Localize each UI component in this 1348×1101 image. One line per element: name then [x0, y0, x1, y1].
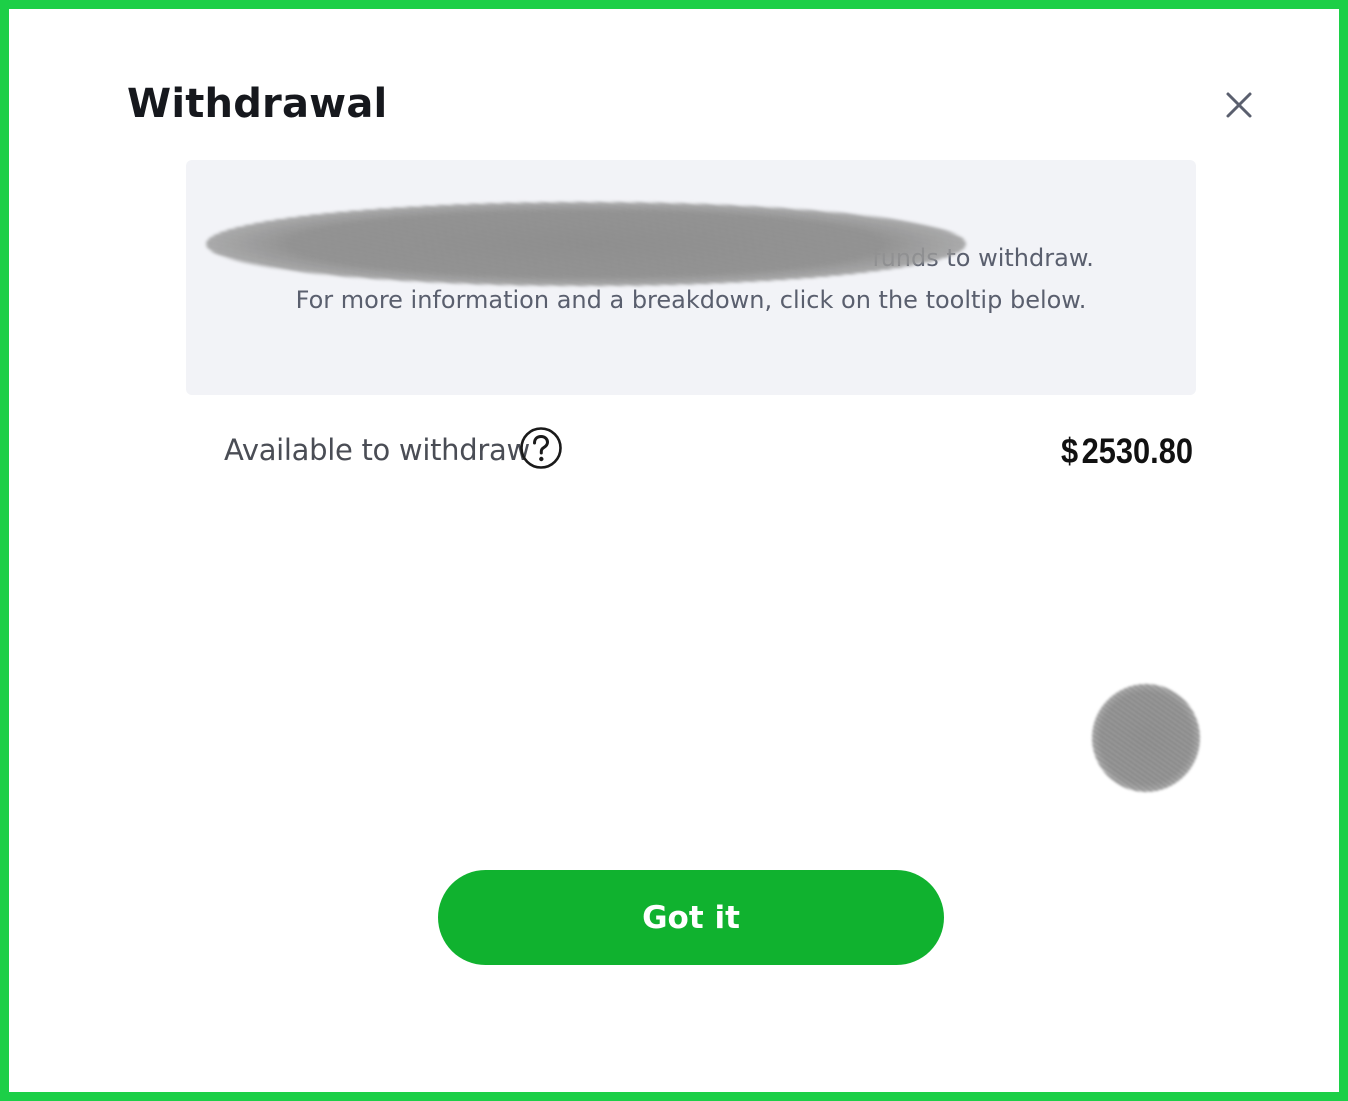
- got-it-button[interactable]: Got it: [438, 870, 944, 965]
- close-icon: [1226, 92, 1252, 118]
- redacted-avatar: [1092, 684, 1200, 792]
- info-text-line-2: For more information and a breakdown, cl…: [295, 286, 1087, 314]
- amount-value: 2530.80: [1081, 432, 1193, 471]
- currency-symbol: $: [1061, 432, 1079, 471]
- available-amount: $2530.80: [1061, 432, 1193, 472]
- close-button[interactable]: [1219, 85, 1259, 125]
- info-panel: funds to withdraw. For more information …: [186, 160, 1196, 395]
- dialog-frame: Withdrawal funds to withdraw. For more i…: [0, 0, 1348, 1101]
- question-circle-icon: [520, 427, 562, 469]
- redaction-blur: [206, 202, 966, 286]
- dialog-title: Withdrawal: [127, 81, 388, 127]
- help-tooltip-button[interactable]: [519, 426, 563, 470]
- available-label: Available to withdraw: [224, 433, 530, 467]
